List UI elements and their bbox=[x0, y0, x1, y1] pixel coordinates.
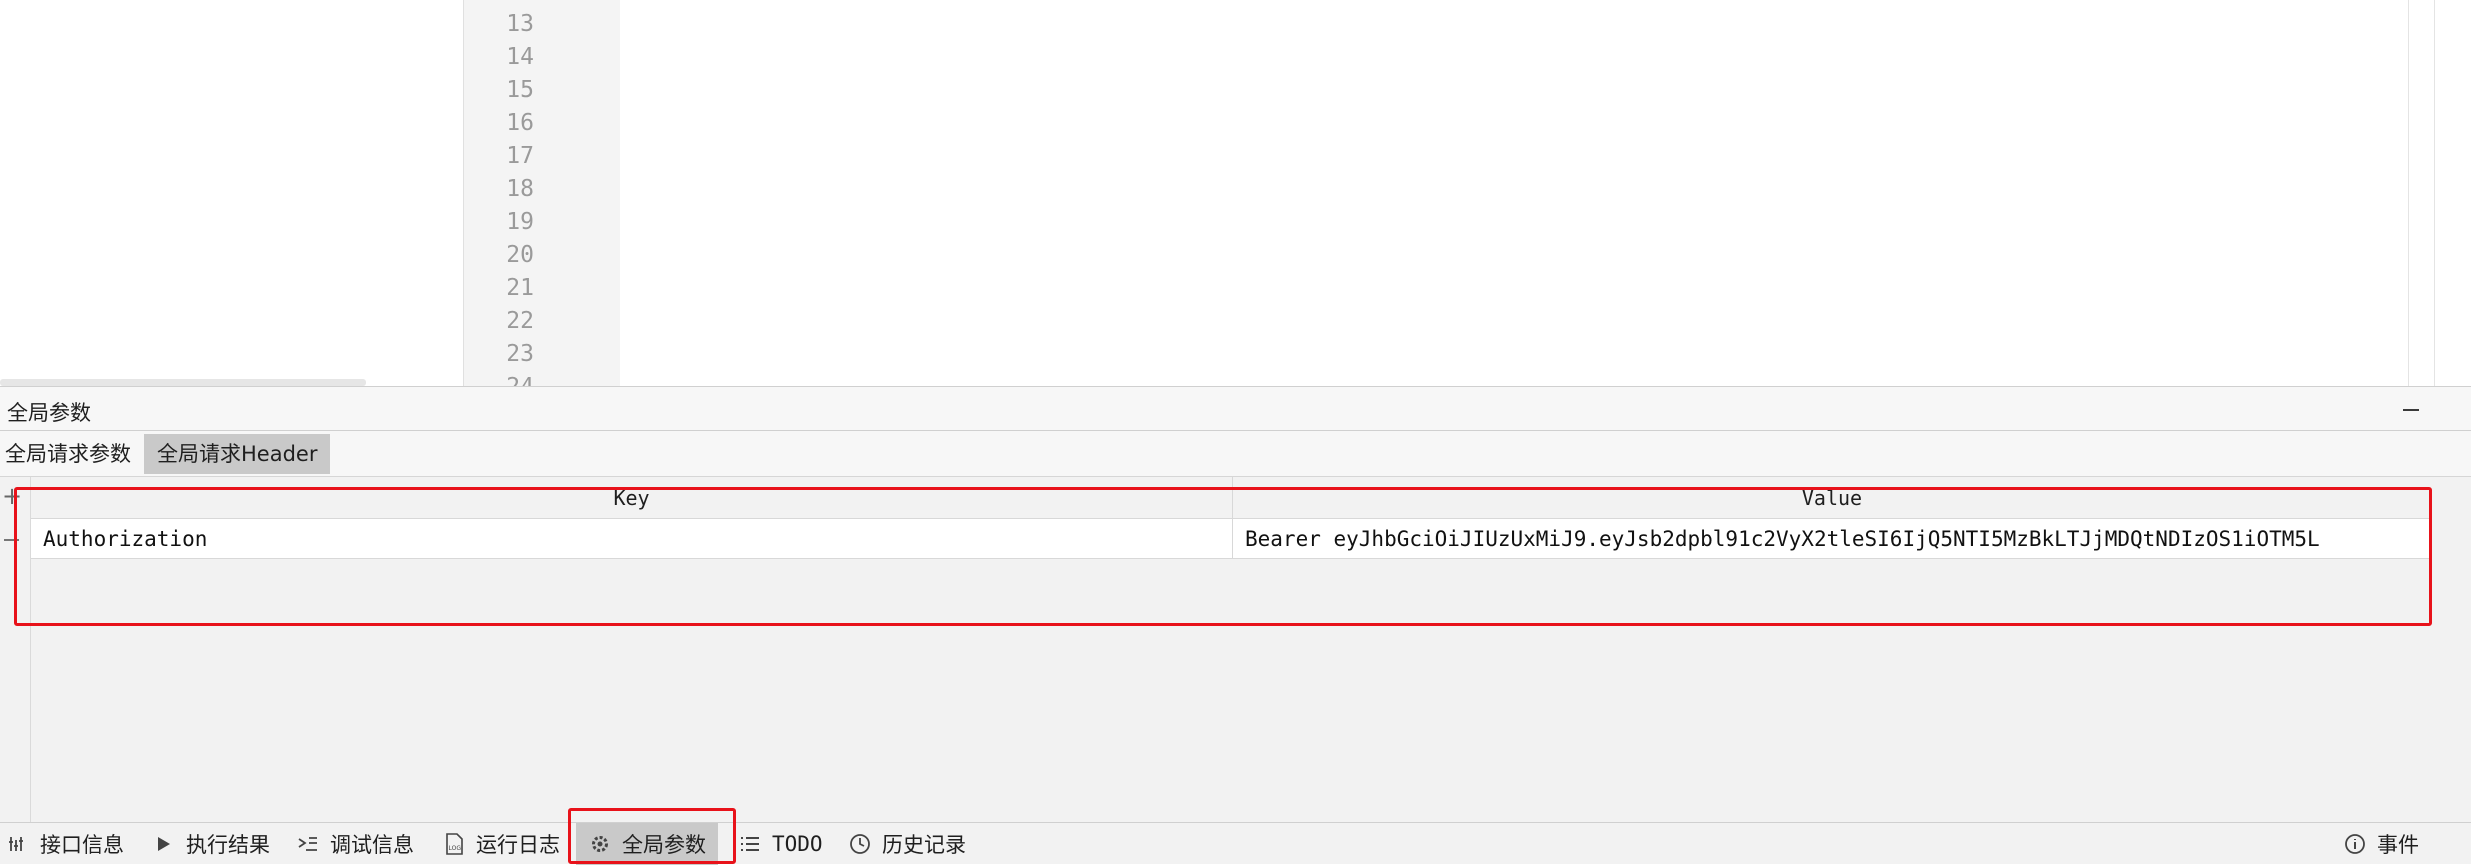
toolbar-item-global-params[interactable]: 全局参数 bbox=[576, 823, 718, 865]
tab-bar: 全局请求参数 全局请求Header bbox=[0, 431, 2471, 477]
debug-icon bbox=[296, 832, 320, 856]
tool-window-title: 全局参数 bbox=[7, 401, 91, 425]
minimize-icon[interactable] bbox=[2400, 399, 2422, 421]
vertical-scrollbar[interactable] bbox=[2408, 0, 2434, 386]
toolbar-label: 调试信息 bbox=[330, 833, 414, 857]
side-toolbar: + bbox=[0, 477, 31, 822]
toolbar-item-events[interactable]: 事件 bbox=[2343, 823, 2419, 865]
cell-key[interactable]: Authorization bbox=[31, 519, 1233, 559]
editor-area: 13 14 15 16 17 18 19 20 21 22 23 24 bbox=[0, 0, 2471, 386]
column-header-value[interactable]: Value bbox=[1233, 477, 2431, 519]
clock-icon bbox=[848, 832, 872, 856]
bottom-tool-bar: 接口信息 执行结果 调试信息 LOG 运行日志 全局参数 TODO 历史记录 事… bbox=[0, 822, 2471, 865]
toolbar-label: 接口信息 bbox=[40, 833, 124, 857]
line-number-gutter: 13 14 15 16 17 18 19 20 21 22 23 24 bbox=[463, 0, 620, 386]
tab-global-request-params[interactable]: 全局请求参数 bbox=[0, 434, 144, 474]
tool-window-header: 全局参数 bbox=[0, 386, 2471, 431]
table-header: Key Value bbox=[31, 477, 2431, 519]
toolbar-label: 运行日志 bbox=[476, 833, 560, 857]
remove-icon[interactable] bbox=[2, 530, 22, 550]
horizontal-scrollbar[interactable] bbox=[0, 379, 366, 386]
toolbar-item-interface-info[interactable]: 接口信息 bbox=[6, 823, 124, 865]
toolbar-item-run-log[interactable]: LOG 运行日志 bbox=[442, 823, 560, 865]
toolbar-label: 执行结果 bbox=[186, 833, 270, 857]
toolbar-item-history[interactable]: 历史记录 bbox=[848, 823, 966, 865]
line-number: 21 bbox=[506, 275, 534, 301]
add-icon[interactable]: + bbox=[2, 484, 22, 508]
column-header-key[interactable]: Key bbox=[31, 477, 1233, 519]
line-number: 16 bbox=[506, 110, 534, 136]
svg-text:LOG: LOG bbox=[449, 845, 462, 852]
toolbar-item-run-result[interactable]: 执行结果 bbox=[152, 823, 270, 865]
right-tool-strip bbox=[2434, 0, 2471, 386]
line-number: 19 bbox=[506, 209, 534, 235]
info-icon bbox=[2343, 832, 2367, 856]
line-number: 15 bbox=[506, 77, 534, 103]
line-number: 22 bbox=[506, 308, 534, 334]
tab-global-request-header[interactable]: 全局请求Header bbox=[144, 434, 331, 474]
left-panel bbox=[0, 0, 463, 386]
line-number: 18 bbox=[506, 176, 534, 202]
line-number: 17 bbox=[506, 143, 534, 169]
toolbar-label: TODO bbox=[772, 832, 823, 856]
toolbar-item-todo[interactable]: TODO bbox=[738, 823, 823, 865]
line-number: 14 bbox=[506, 44, 534, 70]
toolbar-label: 历史记录 bbox=[882, 833, 966, 857]
run-icon bbox=[152, 832, 176, 856]
line-number: 24 bbox=[464, 371, 534, 386]
gear-icon bbox=[588, 832, 612, 856]
code-editor[interactable] bbox=[620, 0, 2408, 386]
interface-info-icon bbox=[6, 832, 30, 856]
header-params-panel: + Key Value Authorization Bearer eyJhbGc… bbox=[0, 477, 2471, 822]
line-number: 13 bbox=[506, 11, 534, 37]
line-number: 20 bbox=[506, 242, 534, 268]
table-row[interactable]: Authorization Bearer eyJhbGciOiJIUzUxMiJ… bbox=[31, 519, 2431, 559]
cell-value[interactable]: Bearer eyJhbGciOiJIUzUxMiJ9.eyJsb2dpbl91… bbox=[1233, 519, 2431, 559]
log-icon: LOG bbox=[442, 832, 466, 856]
line-number: 23 bbox=[506, 341, 534, 367]
list-icon bbox=[738, 832, 762, 856]
toolbar-label: 事件 bbox=[2377, 833, 2419, 857]
toolbar-label: 全局参数 bbox=[622, 833, 706, 857]
toolbar-item-debug-info[interactable]: 调试信息 bbox=[296, 823, 414, 865]
